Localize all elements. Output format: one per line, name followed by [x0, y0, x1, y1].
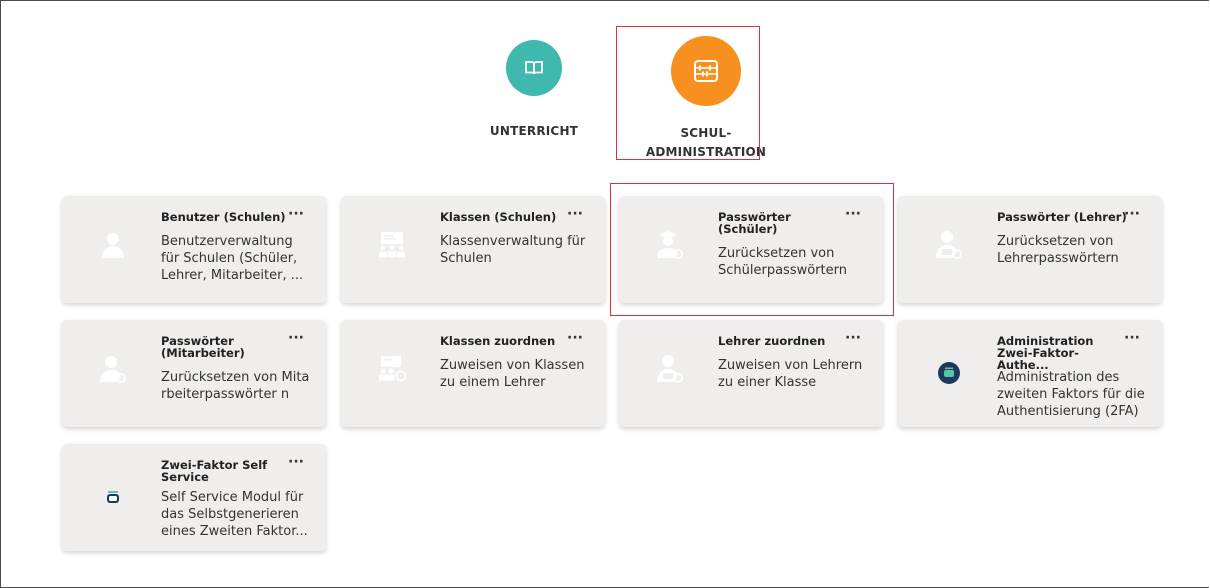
more-options-icon[interactable]: ··· [288, 331, 304, 345]
tile-title: Lehrer zuordnen [718, 334, 826, 348]
tile-passwoerter-mitarbeiter[interactable]: Passwörter (Mitarbeiter) ··· Zurücksetze… [62, 320, 326, 427]
2fa-admin-icon [934, 358, 964, 388]
tile-description: Administration des zweiten Faktors für d… [997, 370, 1145, 419]
student-key-icon [655, 230, 685, 260]
abacus-icon [671, 36, 741, 106]
teacher-key-icon [934, 230, 964, 260]
classroom-icon [377, 230, 407, 260]
tile-title: Klassen (Schulen) [440, 210, 557, 224]
tile-title: Passwörter (Schüler) [718, 210, 791, 236]
category-label: UNTERRICHT [489, 124, 579, 138]
more-options-icon[interactable]: ··· [288, 207, 304, 221]
more-options-icon[interactable]: ··· [567, 207, 583, 221]
book-icon [506, 40, 562, 96]
class-assign-icon [377, 354, 407, 384]
more-options-icon[interactable]: ··· [1124, 207, 1140, 221]
more-options-icon[interactable]: ··· [1124, 331, 1140, 345]
tile-klassen-schulen[interactable]: Klassen (Schulen) ··· Klassenverwaltung … [341, 196, 605, 303]
tile-title: Passwörter (Mitarbeiter) [161, 334, 245, 360]
tile-title: Administration Zwei-Faktor-Authe... [997, 334, 1094, 372]
tile-description: Benutzerverwaltung für Schulen (Schüler,… [161, 234, 304, 283]
tile-description: Zurücksetzen von Mitarbeiterpasswörter n [161, 370, 310, 402]
tile-passwoerter-lehrer[interactable]: Passwörter (Lehrer) ··· Zurücksetzen von… [898, 196, 1162, 303]
staff-key-icon [98, 354, 128, 384]
tile-benutzer-schulen[interactable]: Benutzer (Schulen) ··· Benutzerverwaltun… [62, 196, 326, 303]
more-options-icon[interactable]: ··· [288, 455, 304, 469]
more-options-icon[interactable]: ··· [845, 207, 861, 221]
tile-description: Klassenverwaltung für Schulen [440, 234, 586, 266]
tile-lehrer-zuordnen[interactable]: Lehrer zuordnen ··· Zuweisen von Lehrern… [619, 320, 883, 427]
category-label: SCHUL- ADMINISTRATION [646, 124, 766, 162]
category-schul-administration[interactable]: SCHUL- ADMINISTRATION [616, 36, 796, 162]
tile-zwei-faktor-self-service[interactable]: Zwei-Faktor Self Service ··· Self Servic… [62, 444, 326, 551]
more-options-icon[interactable]: ··· [845, 331, 861, 345]
category-unterricht[interactable]: UNTERRICHT [444, 38, 624, 141]
tile-title: Klassen zuordnen [440, 334, 556, 348]
tile-passwoerter-schueler[interactable]: Passwörter (Schüler) ··· Zurücksetzen vo… [619, 196, 883, 303]
tile-description: Zuweisen von Lehrern zu einer Klasse [718, 358, 863, 390]
tile-klassen-zuordnen[interactable]: Klassen zuordnen ··· Zuweisen von Klasse… [341, 320, 605, 427]
tile-title: Zwei-Faktor Self Service [161, 458, 268, 484]
tile-administration-2fa[interactable]: Administration Zwei-Faktor-Authe... ··· … [898, 320, 1162, 427]
teacher-assign-icon [655, 354, 685, 384]
category-label-line2: ADMINISTRATION [645, 145, 767, 159]
more-options-icon[interactable]: ··· [567, 331, 583, 345]
tile-description: Zuweisen von Klassen zu einem Lehrer [440, 358, 585, 390]
tile-title: Benutzer (Schulen) [161, 210, 286, 224]
tile-description: Self Service Modul für das Selbstgenerie… [161, 490, 308, 539]
user-icon [98, 230, 128, 260]
tile-description: Zurücksetzen von Lehrerpasswörtern [997, 234, 1119, 266]
2fa-self-service-icon [98, 482, 128, 512]
category-label-line1: SCHUL- [680, 126, 732, 140]
tile-title: Passwörter (Lehrer) [997, 210, 1127, 224]
tile-description: Zurücksetzen von Schülerpasswörtern [718, 246, 847, 278]
